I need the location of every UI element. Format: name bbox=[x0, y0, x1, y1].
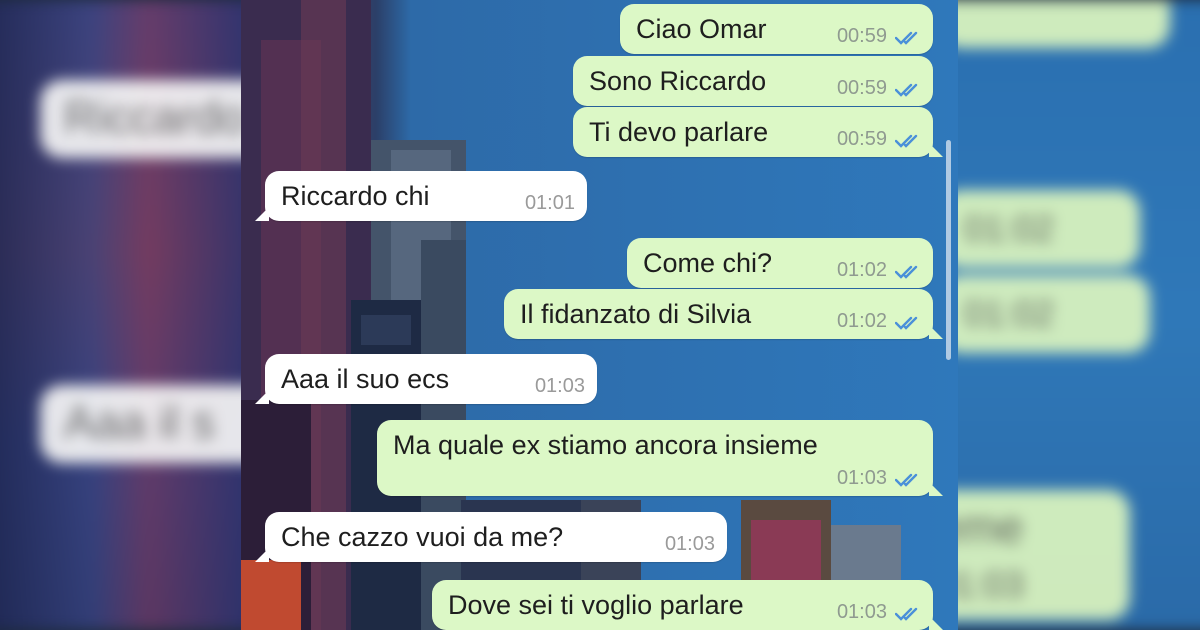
message-time: 01:01 bbox=[524, 192, 575, 214]
blurred-bubble: Aaa il s bbox=[40, 385, 260, 463]
message-time: 01:03 bbox=[836, 467, 887, 489]
message-time: 01:03 bbox=[534, 375, 585, 397]
double-check-icon bbox=[895, 134, 918, 148]
blurred-background-left: Riccardo Aaa il s bbox=[0, 0, 260, 630]
message-text: Come chi? bbox=[643, 248, 773, 278]
message-text: Ciao Omar bbox=[636, 14, 767, 44]
message-time: 01:03 bbox=[664, 533, 715, 555]
message-text: Ti devo parlare bbox=[589, 117, 769, 147]
message-text: Ma quale ex stiamo ancora insieme bbox=[393, 430, 818, 460]
double-check-icon bbox=[895, 265, 918, 279]
message-bubble-outgoing[interactable]: Dove sei ti voglio parlare 01:03 bbox=[432, 580, 943, 630]
message-bubble-outgoing[interactable]: Come chi? 01:02 bbox=[627, 238, 933, 288]
message-time: 01:02 bbox=[836, 310, 887, 332]
blurred-bubble: 01:02 bbox=[940, 275, 1150, 353]
bubble-tail bbox=[929, 325, 943, 339]
double-check-icon bbox=[895, 316, 918, 330]
bubble-tail bbox=[255, 548, 269, 562]
bubble-tail bbox=[929, 482, 943, 496]
double-check-icon bbox=[895, 473, 918, 487]
message-bubble-outgoing[interactable]: Ciao Omar 00:59 bbox=[620, 4, 933, 54]
blurred-bubble: eme 01:03 bbox=[940, 490, 1130, 620]
bubble-tail bbox=[929, 143, 943, 157]
message-bubble-outgoing[interactable]: Sono Riccardo 00:59 bbox=[573, 56, 933, 106]
message-bubble-outgoing[interactable]: Ma quale ex stiamo ancora insieme 01:03 bbox=[377, 420, 943, 496]
blurred-bubble: Riccardo bbox=[40, 80, 260, 158]
double-check-icon bbox=[895, 607, 918, 621]
message-time: 01:02 bbox=[836, 259, 887, 281]
message-text: Aaa il suo ecs bbox=[281, 364, 450, 394]
message-time: 01:03 bbox=[836, 601, 887, 623]
screenshot-frame: Riccardo Aaa il s 01:02 01:02 eme01:03 bbox=[0, 0, 1200, 630]
bubble-tail bbox=[929, 616, 943, 630]
blurred-background-right: 01:02 01:02 eme 01:03 bbox=[940, 0, 1200, 630]
bubble-tail bbox=[255, 207, 269, 221]
message-time: 00:59 bbox=[836, 25, 887, 47]
scrollbar[interactable] bbox=[946, 140, 951, 360]
blurred-bubble: 01:02 bbox=[940, 190, 1140, 268]
message-text: Dove sei ti voglio parlare bbox=[448, 590, 744, 620]
message-bubble-outgoing[interactable]: Ti devo parlare 00:59 bbox=[573, 107, 943, 157]
double-check-icon bbox=[895, 83, 918, 97]
blurred-bubble bbox=[940, 0, 1170, 48]
message-time: 00:59 bbox=[836, 77, 887, 99]
message-bubble-incoming[interactable]: Riccardo chi 01:01 bbox=[255, 171, 587, 221]
message-bubble-incoming[interactable]: Che cazzo vuoi da me? 01:03 bbox=[255, 512, 727, 562]
message-text: Sono Riccardo bbox=[589, 66, 767, 96]
message-bubble-incoming[interactable]: Aaa il suo ecs 01:03 bbox=[255, 354, 597, 404]
message-text: Che cazzo vuoi da me? bbox=[281, 522, 564, 552]
message-time: 00:59 bbox=[836, 128, 887, 150]
message-text: Il fidanzato di Silvia bbox=[520, 299, 752, 329]
double-check-icon bbox=[895, 31, 918, 45]
bubble-tail bbox=[255, 390, 269, 404]
message-text: Riccardo chi bbox=[281, 181, 430, 211]
message-bubble-outgoing[interactable]: Il fidanzato di Silvia 01:02 bbox=[504, 289, 943, 339]
chat-background: Ciao Omar 00:59 Sono Riccardo 00:59 Ti d… bbox=[241, 0, 958, 630]
